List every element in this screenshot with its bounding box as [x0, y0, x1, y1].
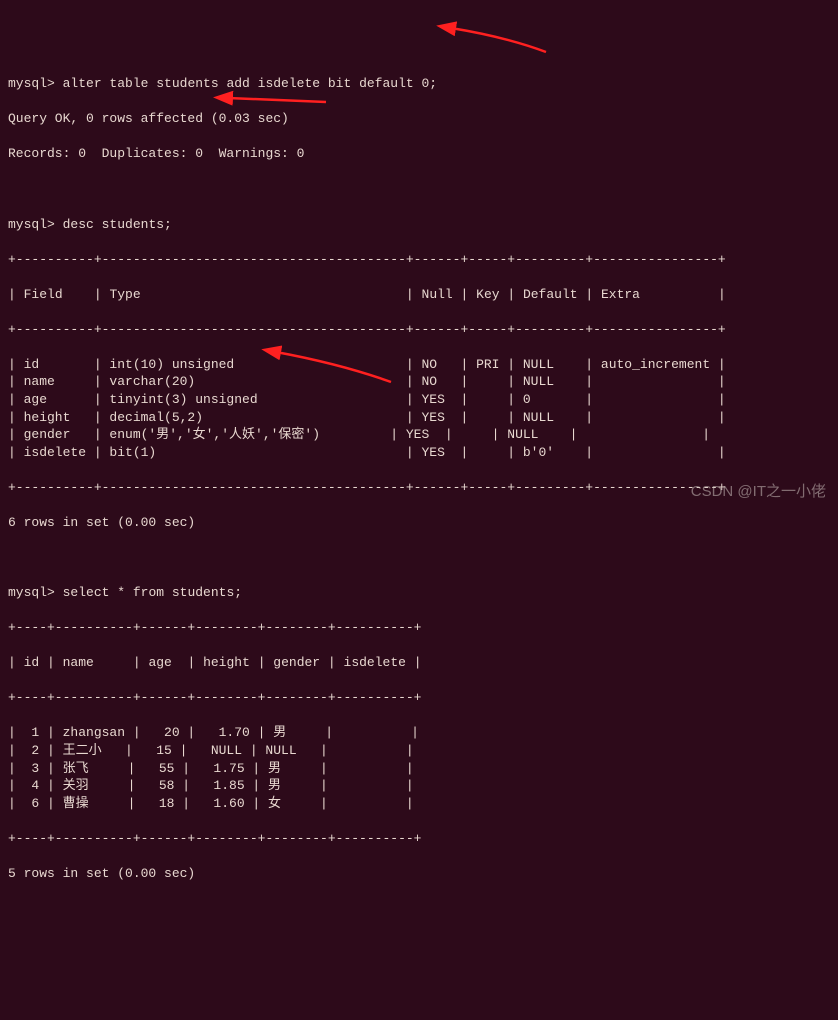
- table-row: | 6 | 曹操 | 18 | 1.60 | 女 | |: [8, 795, 830, 813]
- desc-footer: 6 rows in set (0.00 sec): [8, 514, 830, 532]
- cmd-line-1[interactable]: mysql> alter table students add isdelete…: [8, 75, 830, 93]
- col-type: Type: [109, 287, 140, 302]
- table-row: | gender | enum('男','女','人妖','保密') | YES…: [8, 426, 830, 444]
- col-field: Field: [24, 287, 63, 302]
- col-extra: Extra: [601, 287, 640, 302]
- desc-table-body: | id | int(10) unsigned | NO | PRI | NUL…: [8, 356, 830, 461]
- col-age: age: [148, 655, 171, 670]
- table-border: +----------+----------------------------…: [8, 321, 830, 339]
- prompt: mysql>: [8, 217, 55, 232]
- table-border: +----------+----------------------------…: [8, 251, 830, 269]
- table-row: | 3 | 张飞 | 55 | 1.75 | 男 | |: [8, 760, 830, 778]
- table-border: +----+----------+------+--------+-------…: [8, 619, 830, 637]
- col-key: Key: [476, 287, 499, 302]
- cmd-line-3[interactable]: mysql> select * from students;: [8, 584, 830, 602]
- blank-line: [8, 549, 830, 567]
- blank-line: [8, 180, 830, 198]
- result-line: Query OK, 0 rows affected (0.03 sec): [8, 110, 830, 128]
- sql-cmd-2: desc students;: [63, 217, 172, 232]
- table-row: | 1 | zhangsan | 20 | 1.70 | 男 | |: [8, 724, 830, 742]
- table-row: | age | tinyint(3) unsigned | YES | | 0 …: [8, 391, 830, 409]
- table-row: | id | int(10) unsigned | NO | PRI | NUL…: [8, 356, 830, 374]
- desc-header-row: | Field | Type | Null | Key | Default | …: [8, 286, 830, 304]
- col-default: Default: [523, 287, 578, 302]
- sel-table-body: | 1 | zhangsan | 20 | 1.70 | 男 | || 2 | …: [8, 724, 830, 812]
- col-isdelete: isdelete: [344, 655, 406, 670]
- col-name: name: [63, 655, 94, 670]
- col-null: Null: [422, 287, 453, 302]
- sel-header-row: | id | name | age | height | gender | is…: [8, 654, 830, 672]
- prompt: mysql>: [8, 76, 55, 91]
- table-border: +----+----------+------+--------+-------…: [8, 689, 830, 707]
- col-id: id: [24, 655, 40, 670]
- sql-cmd-1: alter table students add isdelete bit de…: [63, 76, 437, 91]
- prompt: mysql>: [8, 585, 55, 600]
- annotation-arrow-icon: [420, 4, 556, 67]
- cmd-line-2[interactable]: mysql> desc students;: [8, 216, 830, 234]
- col-height: height: [203, 655, 250, 670]
- sel-footer: 5 rows in set (0.00 sec): [8, 865, 830, 883]
- col-gender: gender: [273, 655, 320, 670]
- table-row: | name | varchar(20) | NO | | NULL | |: [8, 373, 830, 391]
- result-line: Records: 0 Duplicates: 0 Warnings: 0: [8, 145, 830, 163]
- watermark: CSDN @IT之一小佬: [691, 482, 826, 502]
- sql-cmd-3: select * from students;: [63, 585, 242, 600]
- table-row: | isdelete | bit(1) | YES | | b'0' | |: [8, 444, 830, 462]
- table-border: +----+----------+------+--------+-------…: [8, 830, 830, 848]
- table-row: | 2 | 王二小 | 15 | NULL | NULL | |: [8, 742, 830, 760]
- table-row: | height | decimal(5,2) | YES | | NULL |…: [8, 409, 830, 427]
- table-row: | 4 | 关羽 | 58 | 1.85 | 男 | |: [8, 777, 830, 795]
